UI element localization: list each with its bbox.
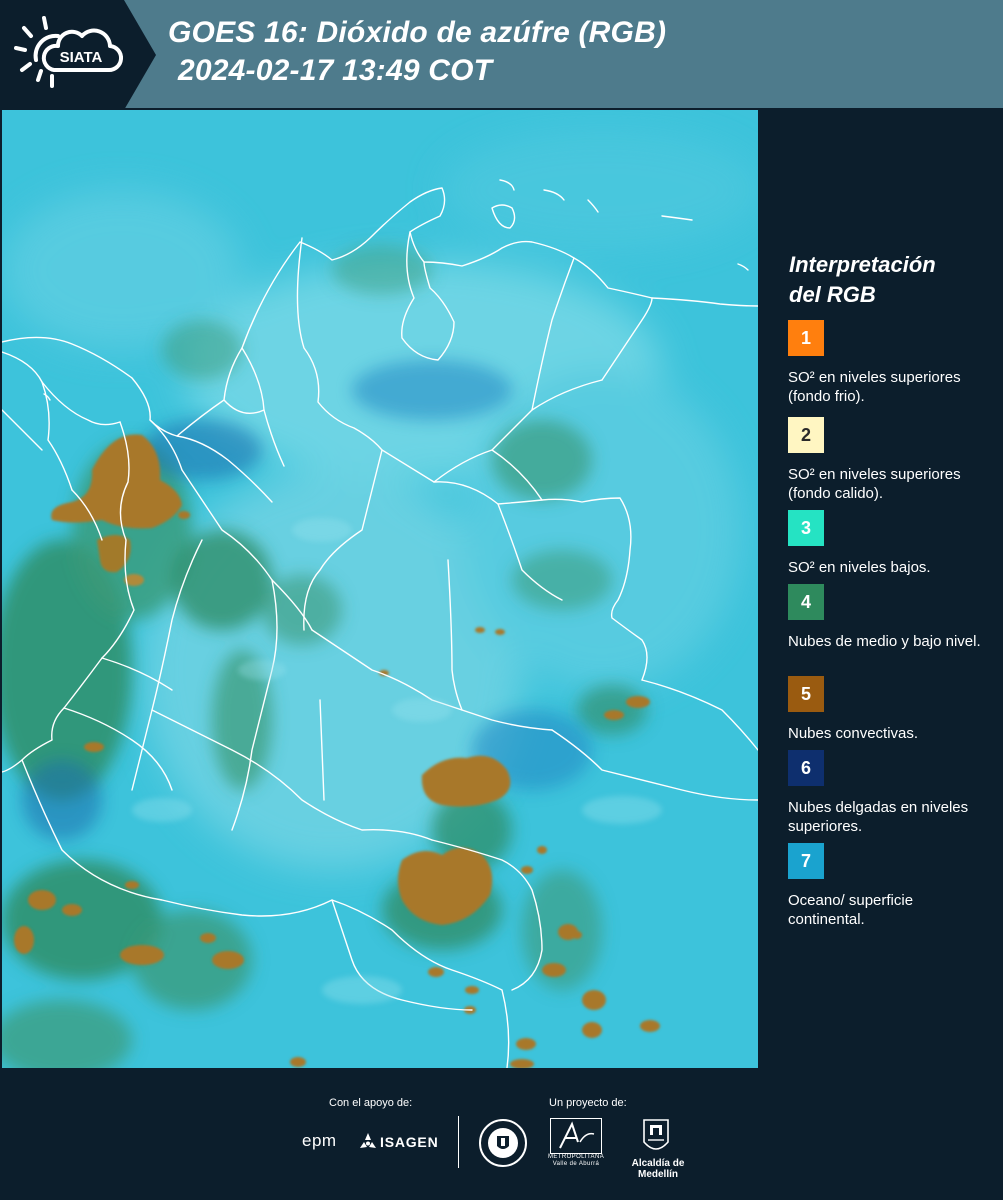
legend-title: Interpretación del RGB (789, 250, 936, 310)
alcaldia-text: Alcaldía de Medellín (631, 1158, 685, 1180)
isagen-icon (360, 1133, 376, 1148)
satellite-map[interactable] (2, 110, 758, 1068)
legend-item-2: 2 SO² en niveles superiores (fondo calid… (788, 417, 988, 503)
legend-number-2: 2 (800, 424, 811, 445)
logo-panel: SIATA (0, 0, 156, 110)
alcaldia-shield-icon (643, 1119, 669, 1150)
legend-text-4: Nubes de medio y bajo nivel. (788, 633, 981, 650)
legend-panel: Interpretación del RGB 1 SO² en niveles … (758, 110, 1003, 1068)
title-line-2: 2024-02-17 13:49 COT (178, 54, 493, 87)
area-metropolitana-logo (550, 1118, 602, 1154)
logo-text: SIATA (60, 49, 103, 66)
legend-text-3: SO² en niveles bajos. (788, 559, 931, 576)
legend-number-4: 4 (800, 591, 811, 612)
page-title: GOES 16: Dióxido de azúfre (RGB) 2024-02… (168, 14, 666, 90)
legend-item-7: 7 Oceano/ superficie continental. (788, 843, 988, 929)
legend-item-6: 6 Nubes delgadas en niveles superiores. (788, 750, 988, 836)
medellin-seal-icon (479, 1119, 527, 1167)
legend-number-1: 1 (800, 327, 811, 348)
siata-logo: SIATA (14, 16, 123, 88)
legend-item-5: 5 Nubes convectivas. (788, 676, 988, 743)
project-label: Un proyecto de: (549, 1097, 627, 1109)
support-label: Con el apoyo de: (329, 1097, 413, 1109)
legend-swatch-1: 1 (788, 320, 824, 356)
legend-swatch-5: 5 (788, 676, 824, 712)
isagen-logo: ISAGEN (380, 1134, 439, 1150)
legend-number-7: 7 (800, 850, 811, 871)
legend-number-5: 5 (800, 683, 811, 704)
satellite-image (2, 110, 758, 1068)
header-bar: SIATA GOES 16: Dióxido de azúfre (RGB) 2… (0, 0, 1003, 110)
legend-item-1: 1 SO² en niveles superiores (fondo frio)… (788, 320, 988, 406)
footer: Con el apoyo de: Un proyecto de: epm ISA… (0, 1068, 1003, 1200)
legend-number-6: 6 (800, 757, 811, 778)
legend-text-7: Oceano/ superficie continental. (788, 892, 914, 928)
legend-swatch-3: 3 (788, 510, 824, 546)
area-metropolitana-text: METROPOLITANA Valle de Aburrá (548, 1154, 604, 1168)
area-name: METROPOLITANA (548, 1154, 605, 1160)
footer-divider (458, 1116, 459, 1168)
area-sub: Valle de Aburrá (552, 1161, 600, 1167)
legend-swatch-6: 6 (788, 750, 824, 786)
title-line-1: GOES 16: Dióxido de azúfre (RGB) (168, 16, 667, 49)
legend-swatch-2: 2 (788, 417, 824, 453)
legend-text-1: SO² en niveles superiores (fondo frio). (788, 369, 961, 405)
legend-number-3: 3 (800, 517, 811, 538)
legend-item-4: 4 Nubes de medio y bajo nivel. (788, 584, 988, 651)
legend-text-5: Nubes convectivas. (788, 725, 919, 742)
legend-swatch-4: 4 (788, 584, 824, 620)
legend-swatch-7: 7 (788, 843, 824, 879)
legend-text-6: Nubes delgadas en niveles superiores. (788, 799, 969, 835)
legend-text-2: SO² en niveles superiores (fondo calido)… (788, 466, 961, 502)
epm-logo: epm (302, 1131, 337, 1150)
legend-title-line-1: Interpretación (789, 252, 936, 277)
legend-title-line-2: del RGB (789, 282, 876, 307)
legend-item-3: 3 SO² en niveles bajos. (788, 510, 988, 577)
